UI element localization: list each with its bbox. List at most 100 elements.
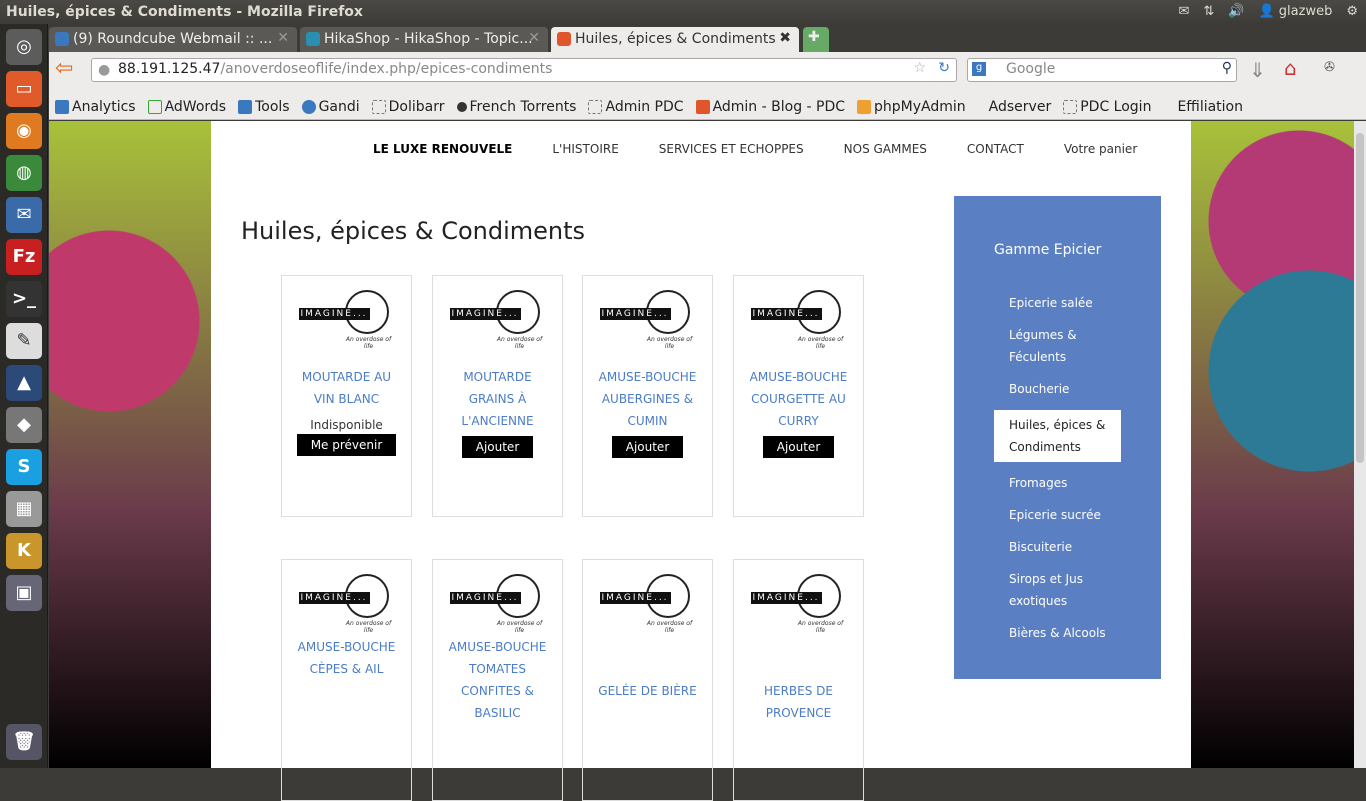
sidebar-category-item[interactable]: Epicerie sucrée	[994, 504, 1121, 526]
filezilla-icon[interactable]: Fz	[6, 239, 42, 275]
add-to-cart-button[interactable]: Ajouter	[762, 436, 835, 458]
product-image[interactable]: IMAGINE... An overdose of life	[750, 290, 847, 350]
network-icon[interactable]: ⇅	[1203, 0, 1214, 24]
sidebar-category-item[interactable]: Epicerie salée	[994, 292, 1121, 314]
back-icon[interactable]: ⇦	[55, 56, 73, 81]
bookmark-star-icon[interactable]: ☆	[913, 60, 926, 76]
search-icon[interactable]: ⚲	[1222, 60, 1232, 76]
product-image[interactable]: IMAGINE... An overdose of life	[449, 290, 546, 350]
product-card: IMAGINE... An overdose of life AMUSE-BOUC…	[733, 275, 864, 517]
inkscape-icon[interactable]: ▲	[6, 365, 42, 401]
logo-word: IMAGINE...	[750, 308, 822, 320]
bookmark-admin-pdc[interactable]: Admin PDC	[588, 95, 684, 119]
mail-icon[interactable]: ✉	[1178, 0, 1189, 24]
close-tab-icon[interactable]: ✕	[277, 30, 289, 46]
menu-item-services[interactable]: SERVICES ET ECHOPPES	[659, 142, 804, 156]
product-image[interactable]: IMAGINE... An overdose of life	[599, 574, 696, 634]
product-image[interactable]: IMAGINE... An overdose of life	[750, 574, 847, 634]
chrome-icon[interactable]: ◍	[6, 155, 42, 191]
text-editor-icon[interactable]: ✎	[6, 323, 42, 359]
add-to-cart-button[interactable]: Ajouter	[461, 436, 534, 458]
logo-tagline: An overdose of life	[345, 620, 392, 634]
add-to-cart-button[interactable]: Ajouter	[611, 436, 684, 458]
product-name[interactable]: AMUSE-BOUCHE AUBERGINES & CUMIN	[593, 366, 703, 432]
files-icon[interactable]: ▭	[6, 71, 42, 107]
tab-hikashop[interactable]: HikaShop - HikaShop - Topic... ✕	[300, 27, 548, 52]
new-tab-button[interactable]: ✚	[803, 27, 829, 52]
app-icon[interactable]: K	[6, 533, 42, 569]
terminal-icon[interactable]: >_	[6, 281, 42, 317]
gimp-icon[interactable]: ◆	[6, 407, 42, 443]
product-name[interactable]: AMUSE-BOUCHE TOMATES CONFITES & BASILIC	[443, 636, 553, 724]
sidebar-category-item[interactable]: Fromages	[994, 472, 1121, 494]
sidebar-category-item[interactable]: Légumes & Féculents	[994, 324, 1121, 368]
product-name[interactable]: GELÉE DE BIÈRE	[593, 680, 703, 702]
hikashop-favicon-icon	[306, 32, 320, 46]
sidebar-category-item[interactable]: Biscuiterie	[994, 536, 1121, 558]
settings-icon[interactable]: ⚙	[1346, 0, 1358, 24]
reload-icon[interactable]: ↻	[938, 60, 950, 76]
menu-item-contact[interactable]: CONTACT	[967, 142, 1024, 156]
product-image[interactable]: IMAGINE... An overdose of life	[298, 574, 395, 634]
bookmark-admin-blog[interactable]: Admin - Blog - PDC	[695, 95, 845, 119]
bookmark-dolibarr[interactable]: Dolibarr	[371, 95, 445, 119]
bookmark-adserver[interactable]: Adserver	[978, 95, 1052, 119]
bookmark-french-torrents[interactable]: French Torrents	[456, 95, 576, 119]
bookmark-analytics[interactable]: Analytics	[55, 95, 136, 119]
logo-word: IMAGINE...	[599, 592, 671, 604]
search-input[interactable]: g Google ⚲	[967, 58, 1237, 82]
bookmark-phpmyadmin[interactable]: phpMyAdmin	[857, 95, 966, 119]
gandi-icon	[301, 100, 316, 114]
menu-item-histoire[interactable]: L'HISTOIRE	[552, 142, 618, 156]
sidebar-category-item[interactable]: Bières & Alcools	[994, 622, 1121, 644]
product-image[interactable]: IMAGINE... An overdose of life	[449, 574, 546, 634]
calculator-icon[interactable]: ▦	[6, 491, 42, 527]
tab-roundcube[interactable]: (9) Roundcube Webmail :: ... ✕	[49, 27, 297, 52]
scrollbar[interactable]	[1354, 121, 1366, 768]
google-icon[interactable]: g	[972, 62, 986, 76]
notify-button[interactable]: Me prévenir	[296, 434, 397, 456]
product-image[interactable]: IMAGINE... An overdose of life	[298, 290, 395, 350]
product-name[interactable]: AMUSE-BOUCHE CÈPES & AIL	[292, 636, 402, 680]
trash-icon[interactable]: 🗑	[6, 724, 42, 760]
logo-tagline: An overdose of life	[646, 620, 693, 634]
bookmark-tools[interactable]: Tools	[238, 95, 290, 119]
system-tray: ✉ ⇅ 🔊 👤 glazweb ⚙	[1178, 0, 1358, 24]
bookmark-effiliation[interactable]: Effiliation	[1177, 95, 1243, 119]
thunderbird-icon[interactable]: ✉	[6, 197, 42, 233]
download-icon[interactable]: ⇓	[1249, 58, 1266, 82]
product-name[interactable]: HERBES DE PROVENCE	[744, 680, 854, 724]
product-card: IMAGINE... An overdose of life AMUSE-BOUC…	[432, 559, 563, 801]
product-name[interactable]: AMUSE-BOUCHE COURGETTE AU CURRY	[744, 366, 854, 432]
bookmark-pdc-login[interactable]: PDC Login	[1063, 95, 1151, 119]
sidebar-category-item[interactable]: Huiles, épices & Condiments	[994, 410, 1121, 462]
bookmark-adwords[interactable]: AdWords	[147, 95, 226, 119]
product-name[interactable]: MOUTARDE GRAINS À L'ANCIENNE	[443, 366, 553, 432]
home-icon[interactable]: ⌂	[1284, 56, 1297, 80]
user-menu[interactable]: 👤 glazweb	[1258, 0, 1332, 24]
url-bar[interactable]: ● 88.191.125.47/anoverdoseoflife/index.ph…	[91, 58, 957, 82]
workspace-icon[interactable]: ▣	[6, 575, 42, 611]
close-tab-icon[interactable]: ✖	[779, 30, 791, 46]
scrollbar-thumb[interactable]	[1356, 133, 1364, 463]
volume-icon[interactable]: 🔊	[1228, 0, 1244, 24]
bookmark-label: Tools	[255, 99, 290, 115]
close-tab-icon[interactable]: ✕	[528, 30, 540, 46]
category-sidebar: Gamme Epicier Epicerie salée Légumes & Fé…	[954, 196, 1161, 679]
bookmark-gandi[interactable]: Gandi	[301, 95, 360, 119]
menu-item-gammes[interactable]: NOS GAMMES	[844, 142, 927, 156]
logo-word: IMAGINE...	[750, 592, 822, 604]
product-name[interactable]: MOUTARDE AU VIN BLANC	[292, 366, 402, 410]
sidebar-category-item[interactable]: Boucherie	[994, 378, 1121, 400]
skype-icon[interactable]: S	[6, 449, 42, 485]
sidebar-category-item[interactable]: Sirops et Jus exotiques	[994, 568, 1121, 612]
firefox-icon[interactable]: ◉	[6, 113, 42, 149]
tab-current[interactable]: Huiles, épices & Condiments ✖	[551, 27, 799, 52]
menu-item-panier[interactable]: Votre panier	[1064, 142, 1137, 156]
addon-icon[interactable]: ✇	[1324, 60, 1335, 75]
product-image[interactable]: IMAGINE... An overdose of life	[599, 290, 696, 350]
dash-icon[interactable]: ◎	[6, 29, 42, 65]
logo-tagline: An overdose of life	[496, 620, 543, 634]
menu-item-luxe[interactable]: LE LUXE RENOUVELE	[373, 142, 512, 156]
tab-label: HikaShop - HikaShop - Topic...	[324, 31, 533, 47]
